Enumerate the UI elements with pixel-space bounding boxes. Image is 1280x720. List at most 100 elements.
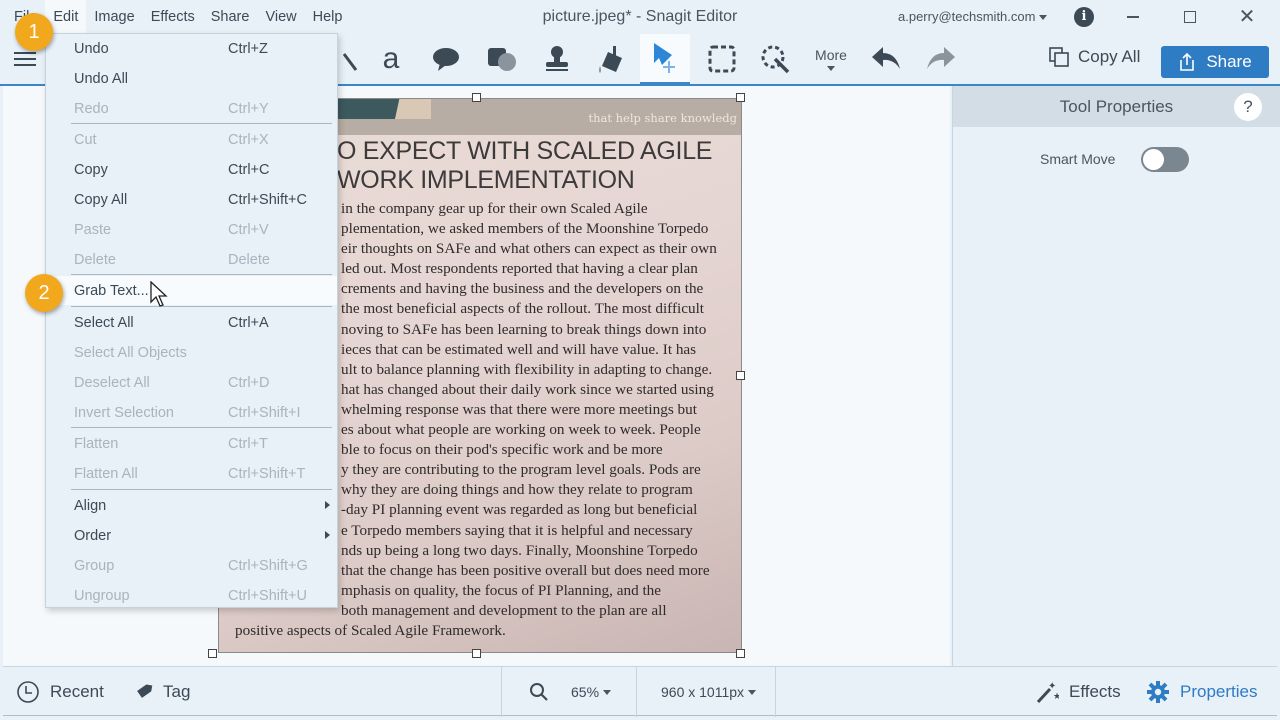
tool-text[interactable]: a bbox=[366, 34, 416, 84]
tool-move[interactable] bbox=[640, 34, 690, 84]
tool-stamp[interactable] bbox=[532, 34, 582, 84]
hamburger-menu-icon[interactable] bbox=[14, 52, 36, 68]
resize-handle-right[interactable] bbox=[736, 371, 745, 380]
account-dropdown[interactable]: a.perry@techsmith.com bbox=[898, 0, 1048, 34]
smart-move-label: Smart Move bbox=[1040, 151, 1116, 167]
menu-item-ungroup[interactable]: Ungroup Ctrl+Shift+U bbox=[46, 581, 337, 610]
tag-button[interactable]: Tag bbox=[133, 667, 190, 717]
title-bar: File Edit Image Effects Share View Help … bbox=[0, 0, 1280, 34]
magic-wand-effects-icon: ✦★ bbox=[1036, 681, 1059, 704]
submenu-arrow-icon bbox=[325, 501, 330, 509]
resize-handle-bottom[interactable] bbox=[472, 649, 481, 658]
info-icon[interactable]: i bbox=[1074, 7, 1094, 27]
panel-title: Tool Properties bbox=[1059, 96, 1174, 116]
menu-item-undo[interactable]: Undo Ctrl+Z bbox=[46, 34, 337, 63]
menu-help[interactable]: Help bbox=[305, 0, 351, 34]
menu-item-delete[interactable]: Delete Delete bbox=[46, 245, 337, 274]
menu-item-deselect-all[interactable]: Deselect All Ctrl+D bbox=[46, 368, 337, 397]
share-button[interactable]: Share bbox=[1161, 46, 1269, 78]
gear-icon bbox=[1147, 681, 1169, 703]
menu-item-label: Order bbox=[74, 527, 112, 544]
properties-button[interactable]: Properties bbox=[1146, 667, 1257, 717]
menu-item-cut[interactable]: Cut Ctrl+X bbox=[46, 125, 337, 154]
menu-item-label: Deselect All bbox=[74, 374, 150, 391]
menu-item-order[interactable]: Order bbox=[46, 521, 337, 550]
mouse-cursor-icon bbox=[150, 281, 168, 307]
menu-view[interactable]: View bbox=[257, 0, 304, 34]
share-label: Share bbox=[1206, 52, 1252, 71]
tool-shape[interactable] bbox=[477, 34, 527, 84]
resize-handle-bottom-left[interactable] bbox=[208, 649, 217, 658]
menu-item-paste[interactable]: Paste Ctrl+V bbox=[46, 215, 337, 244]
move-tool-icon bbox=[654, 43, 675, 73]
smart-move-toggle[interactable] bbox=[1141, 147, 1189, 172]
tool-fill[interactable] bbox=[587, 34, 637, 84]
menu-item-select-all[interactable]: Select All Ctrl+A bbox=[46, 308, 337, 337]
copy-all-button[interactable]: Copy All bbox=[1048, 46, 1140, 68]
menu-item-shortcut: Ctrl+Shift+C bbox=[228, 191, 307, 208]
menu-item-flatten[interactable]: Flatten Ctrl+T bbox=[46, 429, 337, 458]
menu-image[interactable]: Image bbox=[86, 0, 142, 34]
effects-button[interactable]: ✦ ★ Effects bbox=[1035, 667, 1121, 717]
image-dimensions: 960 x 1011px bbox=[661, 684, 745, 700]
menu-item-undo-all[interactable]: Undo All bbox=[46, 64, 337, 93]
menu-bar: File Edit Image Effects Share View Help bbox=[6, 0, 350, 34]
menu-item-group[interactable]: Group Ctrl+Shift+G bbox=[46, 551, 337, 580]
menu-item-label: Invert Selection bbox=[74, 404, 174, 421]
fill-bucket-icon bbox=[599, 46, 622, 73]
menu-item-copy-all[interactable]: Copy All Ctrl+Shift+C bbox=[46, 185, 337, 214]
menu-item-grab-text[interactable]: Grab Text... bbox=[46, 276, 337, 305]
zoom-dropdown[interactable]: 65% bbox=[571, 667, 612, 717]
menu-item-invert-selection[interactable]: Invert Selection Ctrl+Shift+I bbox=[46, 398, 337, 427]
redo-icon bbox=[927, 47, 955, 69]
tool-callout[interactable] bbox=[421, 34, 471, 84]
menu-item-shortcut: Ctrl+Y bbox=[228, 100, 269, 117]
clock-icon bbox=[17, 681, 39, 703]
maximize-button[interactable] bbox=[1167, 0, 1213, 34]
menu-item-select-all-objects[interactable]: Select All Objects bbox=[46, 338, 337, 367]
magic-wand-icon bbox=[761, 45, 790, 74]
menu-item-align[interactable]: Align bbox=[46, 491, 337, 520]
svg-text:a: a bbox=[383, 44, 400, 74]
recent-button[interactable]: Recent bbox=[16, 667, 104, 717]
account-email: a.perry@techsmith.com bbox=[898, 9, 1036, 24]
image-size-dropdown[interactable]: 960 x 1011px bbox=[661, 667, 757, 717]
minimize-icon bbox=[1127, 16, 1139, 18]
smart-move-row: Smart Move bbox=[953, 146, 1280, 174]
menu-item-label: Delete bbox=[74, 251, 116, 268]
tag-icon bbox=[137, 684, 153, 698]
tool-properties-panel: Tool Properties ? Smart Move bbox=[952, 86, 1280, 666]
text-tool-icon: a bbox=[383, 44, 400, 74]
image-heading: O EXPECT WITH SCALED AGILE WORK IMPLEMEN… bbox=[337, 137, 712, 195]
menu-item-flatten-all[interactable]: Flatten All Ctrl+Shift+T bbox=[46, 459, 337, 488]
menu-item-redo[interactable]: Redo Ctrl+Y bbox=[46, 94, 337, 123]
undo-button[interactable] bbox=[861, 34, 911, 84]
resize-handle-top[interactable] bbox=[472, 93, 481, 102]
menu-item-shortcut: Ctrl+A bbox=[228, 314, 269, 331]
resize-handle-top-right[interactable] bbox=[736, 93, 745, 102]
tool-magic-wand[interactable] bbox=[751, 34, 801, 84]
help-button[interactable]: ? bbox=[1234, 93, 1262, 121]
close-button[interactable]: ✕ bbox=[1224, 0, 1270, 34]
menu-item-label: Copy All bbox=[74, 191, 128, 208]
menu-separator bbox=[71, 427, 332, 428]
more-label: More bbox=[815, 47, 847, 63]
submenu-arrow-icon bbox=[325, 531, 330, 539]
minimize-button[interactable] bbox=[1110, 0, 1156, 34]
more-tools-button[interactable]: More bbox=[806, 34, 856, 84]
undo-icon bbox=[872, 47, 900, 69]
menu-item-copy[interactable]: Copy Ctrl+C bbox=[46, 155, 337, 184]
menu-share[interactable]: Share bbox=[203, 0, 258, 34]
resize-handle-bottom-right[interactable] bbox=[736, 649, 745, 658]
redo-button[interactable] bbox=[916, 34, 966, 84]
image-subtitle: that help share knowledg bbox=[588, 111, 737, 125]
menu-separator bbox=[71, 306, 332, 307]
recent-label: Recent bbox=[50, 682, 104, 701]
toggle-knob bbox=[1143, 149, 1164, 170]
tool-selection[interactable] bbox=[697, 34, 747, 84]
zoom-icon-button[interactable] bbox=[529, 667, 549, 717]
menu-effects[interactable]: Effects bbox=[143, 0, 203, 34]
status-bar: Recent Tag 65% 960 x 1011px ✦ ★ Effects P… bbox=[3, 666, 1277, 717]
menu-item-shortcut: Ctrl+Shift+U bbox=[228, 587, 307, 604]
image-heading-line: O EXPECT WITH SCALED AGILE bbox=[337, 137, 713, 165]
